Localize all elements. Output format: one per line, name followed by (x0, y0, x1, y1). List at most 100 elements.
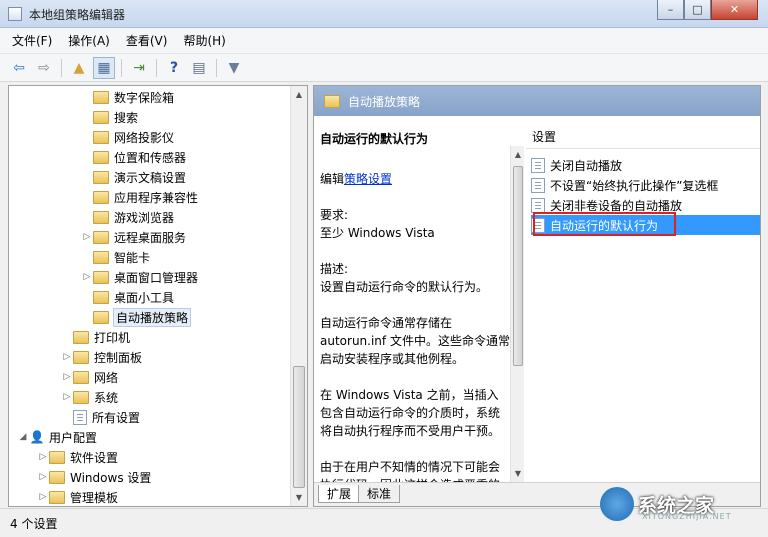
tree-item[interactable]: ▷ 软件设置 (37, 447, 118, 467)
maximize-button[interactable]: □ (684, 0, 711, 20)
expand-arrow-icon[interactable]: ▷ (61, 352, 73, 362)
user-config-icon: 👤 (29, 430, 45, 444)
tree-item[interactable]: ▷ 系统 (61, 387, 118, 407)
properties-icon[interactable]: ▤ (188, 57, 210, 79)
tree-item[interactable]: ▷ 网络 (61, 367, 118, 387)
tree-item[interactable]: ▷ 远程桌面服务 (81, 227, 186, 247)
menu-view[interactable]: 查看(V) (126, 32, 168, 49)
description-paragraph: 由于在用户不知情的情况下可能会执行代码，因此这样会造成严重的安全问题。Windo… (320, 460, 501, 482)
expand-arrow-icon[interactable]: ▷ (61, 372, 73, 382)
close-button[interactable]: ✕ (711, 0, 758, 20)
settings-column-header[interactable]: 设置 (532, 128, 556, 145)
scroll-up-icon[interactable]: ▲ (291, 86, 307, 103)
menu-help[interactable]: 帮助(H) (183, 32, 225, 49)
tree-item[interactable]: 搜索 (81, 107, 138, 127)
description-scrollbar[interactable]: ▲ ▼ (510, 146, 524, 482)
scrollbar-thumb[interactable] (293, 366, 305, 488)
expand-arrow-icon[interactable]: ▷ (37, 472, 49, 482)
expand-arrow-icon[interactable]: ▷ (37, 492, 49, 502)
tab-standard[interactable]: 标准 (358, 485, 401, 503)
highlight-annotation (533, 212, 676, 236)
tab-extended[interactable]: 扩展 (318, 485, 361, 503)
tree-item-label: 网络投影仪 (114, 130, 175, 145)
policy-settings-link[interactable]: 策略设置 (344, 172, 392, 186)
tree-item-label: Windows 设置 (70, 470, 152, 485)
tree-item[interactable]: 智能卡 (81, 247, 150, 267)
tree-item[interactable]: ▷ 控制面板 (61, 347, 142, 367)
tree-item-label: 系统 (94, 390, 119, 405)
tree-item[interactable]: 所有设置 (61, 407, 140, 427)
setting-icon (531, 177, 545, 193)
tree-item[interactable]: ▷ 桌面窗口管理器 (81, 267, 198, 287)
export-list-icon[interactable]: ⇥ (128, 57, 150, 79)
collapse-arrow-icon[interactable]: ◢ (17, 432, 29, 442)
tree-item-label: 管理模板 (70, 490, 119, 505)
window-title: 本地组策略编辑器 (29, 8, 126, 22)
tree-item-label: 位置和传感器 (114, 150, 187, 165)
description-block: 描述: 设置自动运行命令的默认行为。 (320, 260, 510, 296)
folder-icon (93, 270, 109, 284)
back-arrow-icon[interactable]: ⇦ (8, 57, 30, 79)
tree-item-label: 演示文稿设置 (114, 170, 187, 185)
folder-icon (93, 210, 109, 224)
title-bar: 本地组策略编辑器 – □ ✕ (0, 0, 768, 28)
toolbar-separator (121, 58, 122, 77)
scroll-up-icon[interactable]: ▲ (511, 146, 525, 163)
folder-icon (49, 470, 65, 484)
folder-icon (93, 190, 109, 204)
policy-title: 自动运行的默认行为 (320, 132, 429, 146)
scrollbar-thumb[interactable] (513, 166, 523, 366)
folder-icon (73, 330, 89, 344)
setting-row[interactable]: 关闭自动播放 (531, 155, 760, 175)
tree-item-label: 自动播放策略 (112, 307, 192, 327)
expand-arrow-icon[interactable]: ▷ (81, 232, 93, 242)
policy-tree[interactable]: 数字保险箱 搜索 网络投影仪 位置和传感器 演示文稿设置 应用程序兼容性 游戏浏… (8, 85, 308, 507)
tree-item-label: 软件设置 (70, 450, 119, 465)
folder-icon (93, 230, 109, 244)
show-hide-tree-icon[interactable]: ▦ (93, 56, 115, 79)
tree-scrollbar[interactable]: ▲ ▼ (290, 86, 307, 506)
setting-icon (531, 157, 545, 173)
expand-arrow-icon[interactable]: ▷ (81, 272, 93, 282)
folder-icon (49, 490, 65, 504)
tree-item[interactable]: 演示文稿设置 (81, 167, 186, 187)
watermark: 系统之家 XITONGZHIJIA.NET (600, 482, 762, 526)
minimize-button[interactable]: – (657, 0, 684, 20)
tree-item[interactable]: ▷ Windows 设置 (37, 467, 151, 487)
forward-arrow-icon[interactable]: ⇨ (33, 57, 55, 79)
tree-item-label: 桌面窗口管理器 (114, 270, 199, 285)
menu-action[interactable]: 操作(A) (68, 32, 110, 49)
expand-arrow-icon[interactable]: ▷ (61, 392, 73, 402)
tree-item[interactable]: 桌面小工具 (81, 287, 174, 307)
tree-item-label: 智能卡 (114, 250, 151, 265)
tree-item[interactable]: 打印机 (61, 327, 130, 347)
folder-icon (93, 150, 109, 164)
tree-item-label: 桌面小工具 (114, 290, 175, 305)
menu-file[interactable]: 文件(F) (12, 32, 52, 49)
tree-item-user-config[interactable]: ◢ 👤 用户配置 (17, 427, 97, 447)
scroll-down-icon[interactable]: ▼ (291, 489, 307, 506)
menu-bar: 文件(F) 操作(A) 查看(V) 帮助(H) (0, 28, 768, 54)
description-value: 设置自动运行命令的默认行为。 (320, 280, 489, 294)
tree-item[interactable]: 网络投影仪 (81, 127, 174, 147)
help-icon[interactable]: ? (163, 57, 185, 79)
tree-item[interactable]: 数字保险箱 (81, 87, 174, 107)
scroll-down-icon[interactable]: ▼ (511, 465, 525, 482)
tree-item-autoplay-policy[interactable]: 自动播放策略 (81, 307, 192, 327)
tree-item-label: 游戏浏览器 (114, 210, 175, 225)
tree-item[interactable]: ▷ 管理模板 (37, 487, 119, 506)
folder-up-icon[interactable]: ▲ (68, 57, 90, 79)
all-settings-icon (73, 409, 87, 425)
tree-item[interactable]: 位置和传感器 (81, 147, 186, 167)
setting-label: 不设置“始终执行此操作”复选框 (550, 178, 719, 193)
tree-item[interactable]: 游戏浏览器 (81, 207, 174, 227)
tree-item-label: 数字保险箱 (114, 90, 175, 105)
tree-item-label: 打印机 (94, 330, 131, 345)
tree-item-label: 用户配置 (49, 430, 98, 445)
expand-arrow-icon[interactable]: ▷ (37, 452, 49, 462)
tree-item[interactable]: 应用程序兼容性 (81, 187, 198, 207)
watermark-logo-icon (600, 487, 634, 521)
filter-icon[interactable]: ▼ (223, 57, 245, 79)
setting-row[interactable]: 不设置“始终执行此操作”复选框 (531, 175, 760, 195)
folder-icon (93, 310, 109, 324)
